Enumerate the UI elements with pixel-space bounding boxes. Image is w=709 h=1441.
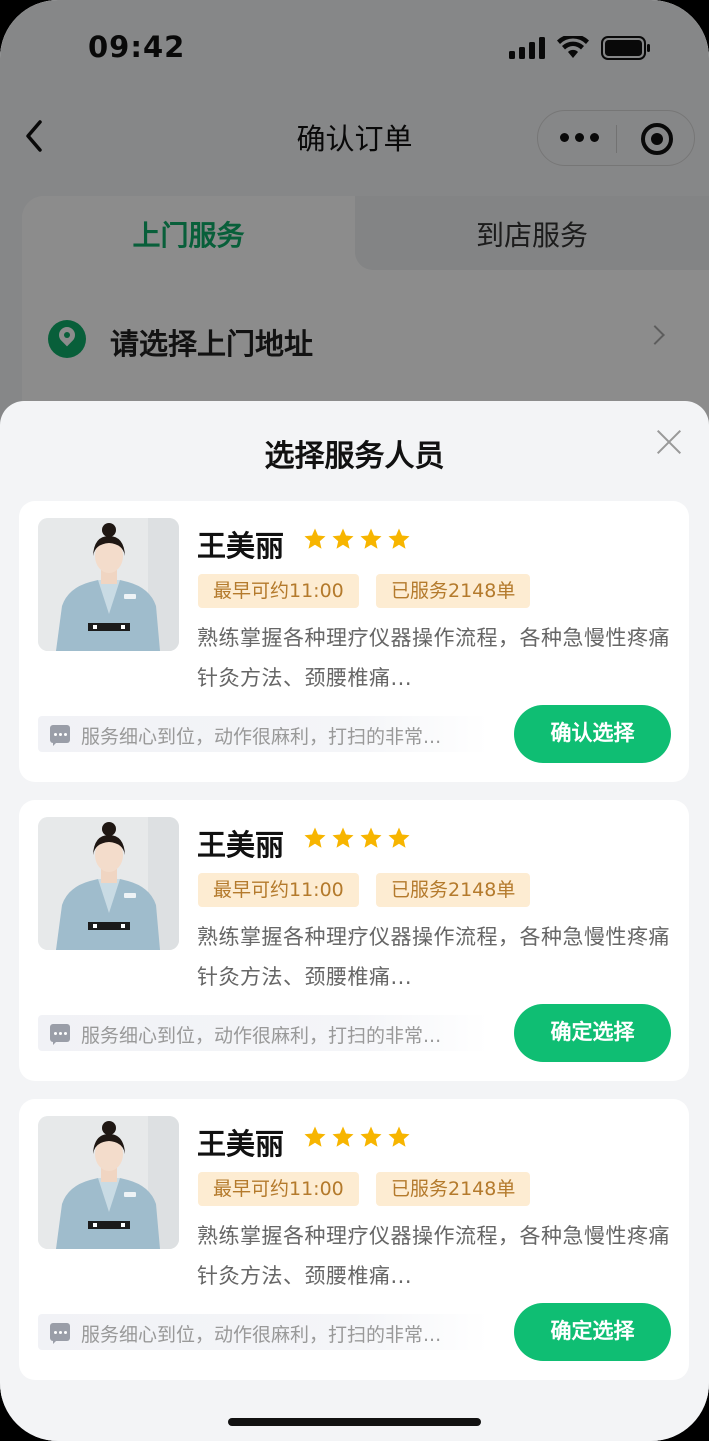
sheet-title: 选择服务人员 [264, 439, 445, 474]
select-staff-sheet: 选择服务人员 王美丽 最早可约11:00 已服务2148单 熟练掌握各种理疗仪器… [0, 401, 709, 1441]
staff-card: 王美丽 最早可约11:00 已服务2148单 熟练掌握各种理疗仪器操作流程，各种… [19, 1099, 689, 1380]
orders-served-tag: 已服务2148单 [376, 873, 531, 907]
star-icon [360, 528, 382, 549]
rating-stars [303, 826, 411, 850]
staff-description: 熟练掌握各种理疗仪器操作流程，各种急慢性疼痛针灸方法、颈腰椎痛... [197, 1224, 670, 1288]
star-icon [388, 827, 410, 848]
orders-served-tag: 已服务2148单 [376, 1172, 531, 1206]
orders-served-tag: 已服务2148单 [376, 574, 531, 608]
close-icon[interactable] [656, 429, 682, 455]
staff-card: 王美丽 最早可约11:00 已服务2148单 熟练掌握各种理疗仪器操作流程，各种… [19, 501, 689, 782]
earliest-time-tag: 最早可约11:00 [198, 873, 359, 907]
star-icon [304, 1126, 326, 1147]
review-text: 服务细心到位，动作很麻利，打扫的非常... [81, 726, 442, 748]
staff-name: 王美丽 [197, 828, 285, 862]
star-icon [332, 528, 354, 549]
staff-name: 王美丽 [197, 1127, 285, 1161]
comment-icon [50, 1024, 70, 1045]
staff-photo [38, 518, 179, 651]
star-icon [332, 1126, 354, 1147]
review-snippet: 服务细心到位，动作很麻利，打扫的非常... [38, 1015, 488, 1051]
review-text: 服务细心到位，动作很麻利，打扫的非常... [81, 1324, 442, 1346]
star-icon [304, 827, 326, 848]
rating-stars [303, 1125, 411, 1149]
staff-name: 王美丽 [197, 529, 285, 563]
review-snippet: 服务细心到位，动作很麻利，打扫的非常... [38, 716, 488, 752]
staff-photo [38, 817, 179, 950]
star-icon [360, 1126, 382, 1147]
rating-stars [303, 527, 411, 551]
comment-icon [50, 1323, 70, 1344]
earliest-time-tag: 最早可约11:00 [198, 1172, 359, 1206]
phone-screen: 09:42 确认订单 上门服务 到店服务 请选择上门地址 选择服务人员 王美丽 … [0, 0, 709, 1441]
star-icon [304, 528, 326, 549]
home-indicator[interactable] [228, 1418, 481, 1426]
comment-icon [50, 725, 70, 746]
staff-card: 王美丽 最早可约11:00 已服务2148单 熟练掌握各种理疗仪器操作流程，各种… [19, 800, 689, 1081]
staff-description: 熟练掌握各种理疗仪器操作流程，各种急慢性疼痛针灸方法、颈腰椎痛... [197, 925, 670, 989]
confirm-select-button[interactable]: 确认选择 [514, 705, 671, 763]
earliest-time-tag: 最早可约11:00 [198, 574, 359, 608]
review-text: 服务细心到位，动作很麻利，打扫的非常... [81, 1025, 442, 1047]
star-icon [332, 827, 354, 848]
confirm-select-button[interactable]: 确定选择 [514, 1004, 671, 1062]
star-icon [388, 528, 410, 549]
star-icon [388, 1126, 410, 1147]
star-icon [360, 827, 382, 848]
staff-description: 熟练掌握各种理疗仪器操作流程，各种急慢性疼痛针灸方法、颈腰椎痛... [197, 626, 670, 690]
staff-photo [38, 1116, 179, 1249]
confirm-select-button[interactable]: 确定选择 [514, 1303, 671, 1361]
review-snippet: 服务细心到位，动作很麻利，打扫的非常... [38, 1314, 488, 1350]
